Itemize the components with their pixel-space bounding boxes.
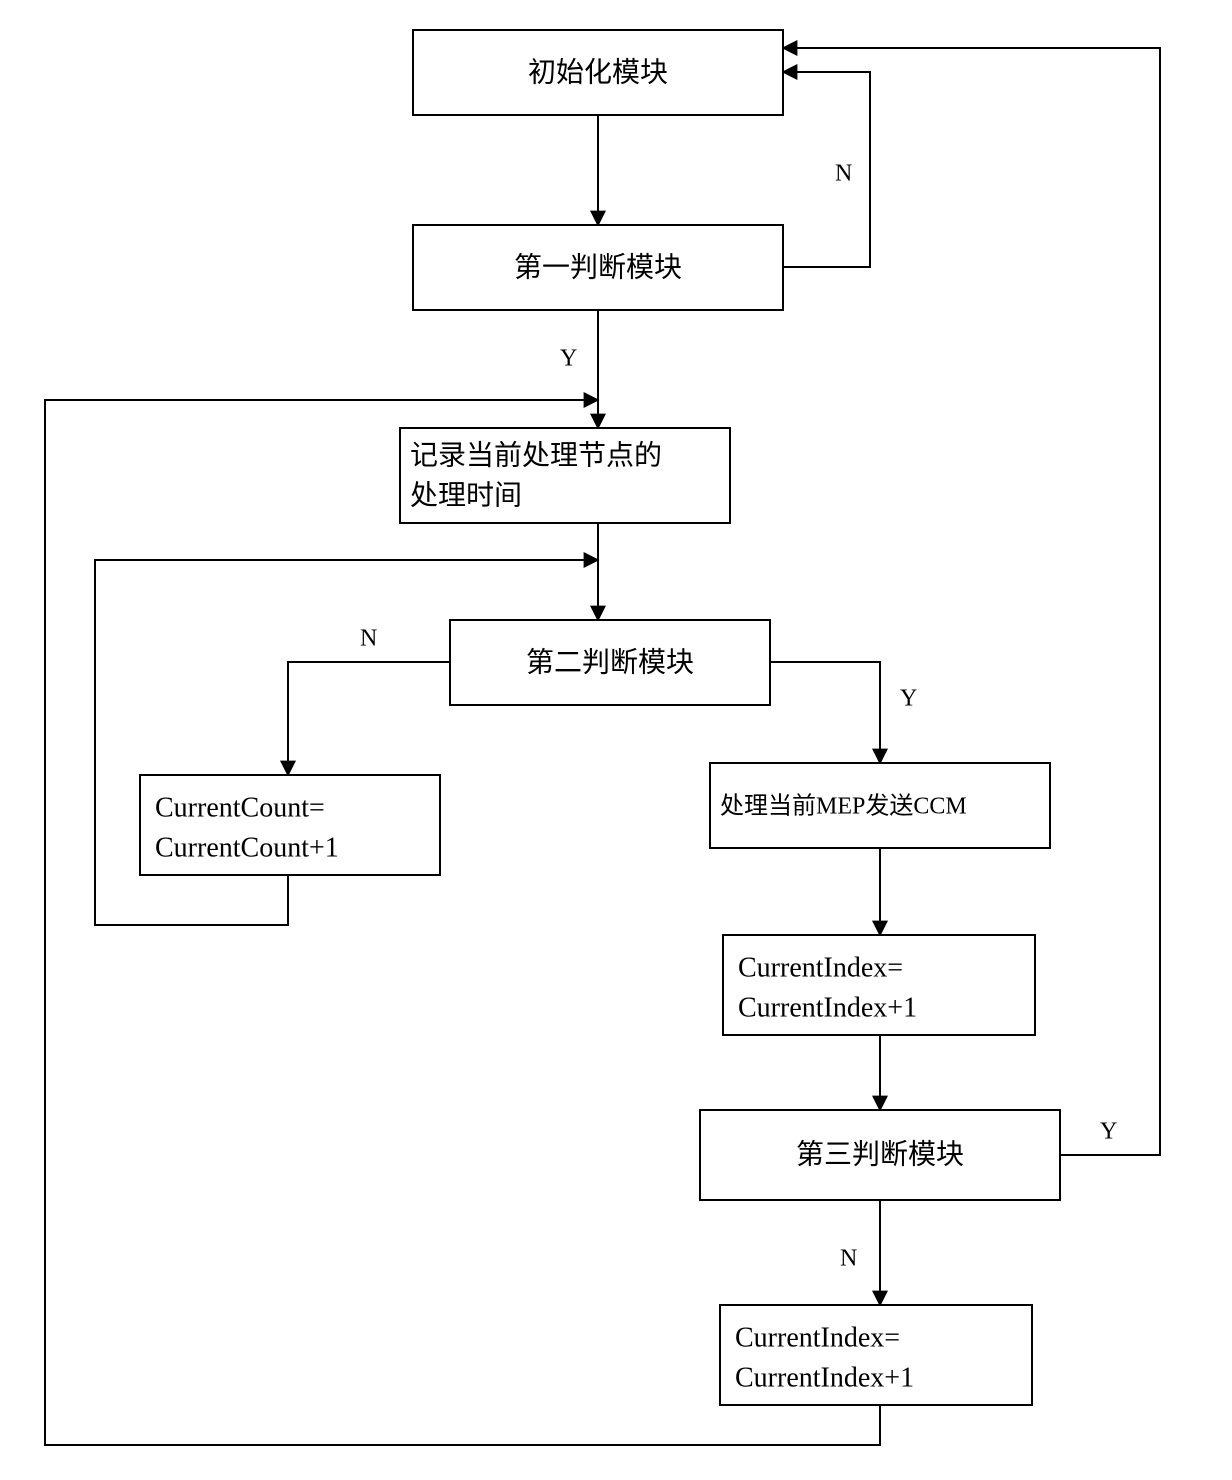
- label-judge2-yes: Y: [900, 686, 917, 712]
- edge-judge2-no: [288, 662, 450, 775]
- label-judge1-no: N: [835, 161, 852, 187]
- mepsend-label: 处理当前MEP发送CCM: [720, 793, 967, 820]
- judge3-label: 第三判断模块: [796, 1138, 964, 1170]
- judge2-label: 第二判断模块: [526, 646, 694, 678]
- indexinc2-line2: CurrentIndex+1: [735, 1362, 914, 1393]
- record-line2: 处理时间: [410, 479, 522, 511]
- indexinc1-line1: CurrentIndex=: [738, 952, 903, 983]
- edge-indexinc2-loop: [45, 400, 880, 1445]
- edge-judge2-yes: [770, 662, 880, 763]
- label-judge1-yes: Y: [560, 346, 577, 372]
- indexinc2-line1: CurrentIndex=: [735, 1322, 900, 1353]
- countinc-line2: CurrentCount+1: [155, 832, 339, 863]
- indexinc1-line2: CurrentIndex+1: [738, 992, 917, 1023]
- edge-judge1-no: [783, 72, 870, 267]
- label-judge3-no: N: [840, 1246, 857, 1272]
- record-line1: 记录当前处理节点的: [410, 439, 662, 471]
- countinc-line1: CurrentCount=: [155, 792, 325, 823]
- init-label: 初始化模块: [528, 56, 668, 88]
- label-judge2-no: N: [360, 626, 377, 652]
- judge1-label: 第一判断模块: [514, 251, 682, 283]
- label-judge3-yes: Y: [1100, 1119, 1117, 1145]
